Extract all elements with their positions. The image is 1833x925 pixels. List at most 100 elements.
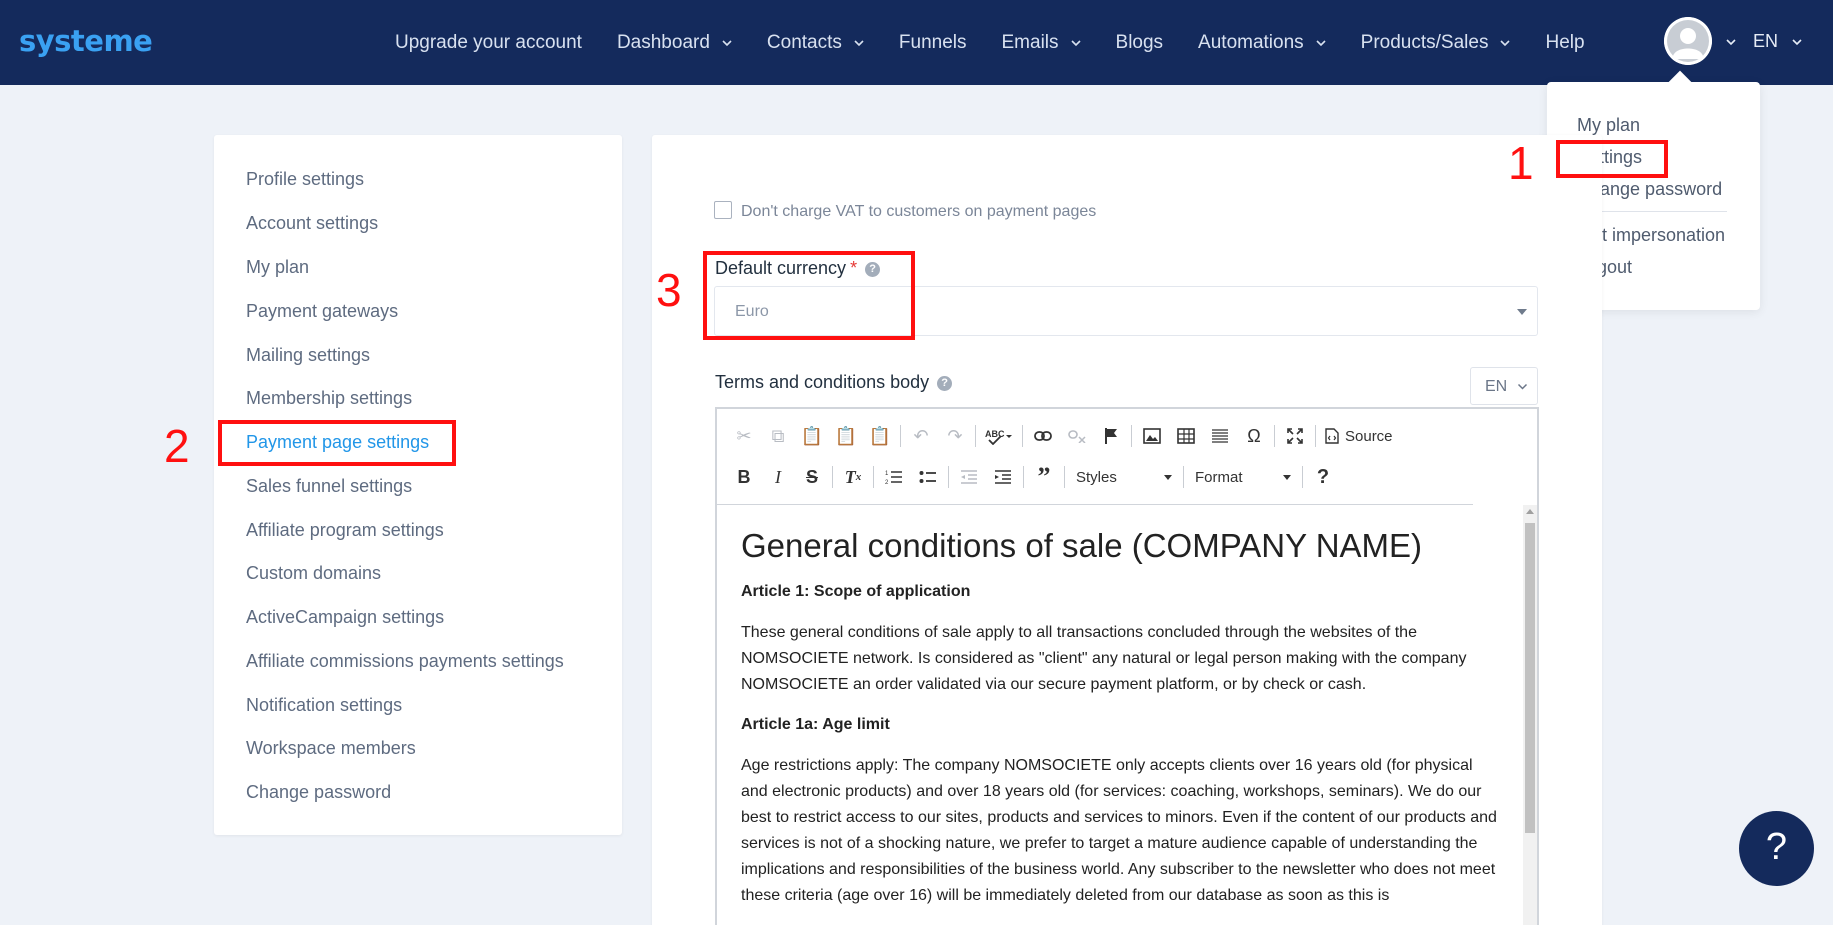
svg-text:ABC: ABC (985, 429, 1005, 439)
link-icon[interactable] (1026, 421, 1060, 451)
source-icon (1325, 428, 1339, 444)
table-icon[interactable] (1169, 421, 1203, 451)
caret-down-icon (1164, 474, 1172, 480)
nav-products-sales[interactable]: Products/Sales (1361, 32, 1511, 54)
editor-content[interactable]: General conditions of sale (COMPANY NAME… (741, 527, 1501, 925)
sidebar-item-my-plan[interactable]: My plan (246, 257, 309, 278)
top-navbar: systeme Upgrade your account Dashboard C… (0, 0, 1833, 85)
highlight-box-default-currency (703, 251, 915, 340)
highlight-box-settings (1556, 140, 1668, 178)
language-switcher[interactable]: EN (1753, 31, 1778, 52)
horizontal-rule-icon[interactable] (1203, 421, 1237, 451)
sidebar-item-custom-domains[interactable]: Custom domains (246, 563, 381, 584)
sidebar-item-profile-settings[interactable]: Profile settings (246, 169, 364, 190)
article-paragraph: These general conditions of sale apply t… (741, 624, 1467, 693)
terms-language-select[interactable]: EN (1470, 367, 1538, 405)
menu-item-my-plan[interactable]: My plan (1577, 115, 1640, 136)
unlink-icon[interactable] (1060, 421, 1094, 451)
numbered-list-icon[interactable]: 12 (877, 462, 911, 492)
editor-scrollbar[interactable] (1523, 505, 1537, 925)
systeme-logo[interactable]: systeme (19, 24, 153, 58)
vat-checkbox[interactable] (714, 201, 732, 219)
nav-contacts[interactable]: Contacts (767, 32, 864, 54)
format-dropdown[interactable]: Format (1187, 463, 1299, 491)
help-icon[interactable]: ? (937, 376, 953, 391)
vat-checkbox-label[interactable]: Don't charge VAT to customers on payment… (741, 203, 1096, 221)
step-number-3: 3 (656, 264, 682, 316)
toolbar-separator (1064, 466, 1065, 488)
paste-icon[interactable]: 📋 (795, 421, 829, 451)
chevron-down-icon (1316, 39, 1326, 46)
help-icon[interactable]: ? (1306, 462, 1340, 492)
sidebar-item-mailing-settings[interactable]: Mailing settings (246, 345, 370, 366)
nav-dashboard[interactable]: Dashboard (617, 32, 732, 54)
bullet-list-icon[interactable] (911, 462, 945, 492)
scroll-up-arrow-icon[interactable] (1526, 509, 1534, 514)
caret-down-icon (1517, 309, 1527, 315)
step-number-1: 1 (1508, 137, 1534, 189)
nav-automations[interactable]: Automations (1198, 32, 1326, 54)
italic-icon[interactable]: I (761, 462, 795, 492)
nav-emails[interactable]: Emails (1002, 32, 1081, 54)
paste-text-icon[interactable]: 📋 (829, 421, 863, 451)
special-character-icon[interactable]: Ω (1237, 421, 1271, 451)
remove-format-icon[interactable]: Tx (836, 462, 870, 492)
main-nav: Upgrade your account Dashboard Contacts … (395, 0, 1620, 85)
caret-down-icon (1283, 474, 1291, 480)
highlight-box-payment-page-settings (218, 420, 456, 466)
chevron-down-icon[interactable] (1791, 37, 1803, 47)
sidebar-item-change-password[interactable]: Change password (246, 782, 391, 803)
toolbar-row-1: ✂ ⧉ 📋 📋 📋 ↶ ↷ ABC Ω Source (727, 419, 1399, 453)
image-icon[interactable] (1135, 421, 1169, 451)
source-button[interactable]: Source (1319, 428, 1399, 445)
blockquote-icon[interactable]: ” (1027, 462, 1061, 492)
cut-icon[interactable]: ✂ (727, 421, 761, 451)
article-heading: Article 1a: Age limit (741, 716, 890, 733)
nav-help[interactable]: Help (1545, 32, 1584, 54)
increase-indent-icon[interactable] (986, 462, 1020, 492)
toolbar-separator (1183, 466, 1184, 488)
decrease-indent-icon[interactable] (952, 462, 986, 492)
undo-icon[interactable]: ↶ (904, 421, 938, 451)
maximize-icon[interactable] (1278, 421, 1312, 451)
chevron-down-icon (1517, 383, 1528, 390)
sidebar-item-workspace-members[interactable]: Workspace members (246, 738, 416, 759)
nav-upgrade-account[interactable]: Upgrade your account (395, 32, 582, 54)
user-avatar[interactable] (1664, 17, 1712, 65)
toolbar-row-2: B I S Tx 12 ” Styles Format ? (727, 460, 1340, 494)
styles-dropdown[interactable]: Styles (1068, 463, 1180, 491)
settings-sidebar: Profile settings Account settings My pla… (214, 135, 622, 835)
article-paragraph: Age restrictions apply: The company NOMS… (741, 757, 1497, 904)
copy-icon[interactable]: ⧉ (761, 421, 795, 451)
toolbar-separator (873, 466, 874, 488)
strikethrough-icon[interactable]: S (795, 462, 829, 492)
sidebar-item-affiliate-commissions-payments[interactable]: Affiliate commissions payments settings (246, 651, 564, 672)
sidebar-item-affiliate-program-settings[interactable]: Affiliate program settings (246, 520, 444, 541)
nav-funnels[interactable]: Funnels (899, 32, 967, 54)
sidebar-item-notification-settings[interactable]: Notification settings (246, 695, 402, 716)
chevron-down-icon (722, 39, 732, 46)
toolbar-separator (975, 425, 976, 447)
paste-word-icon[interactable]: 📋 (863, 421, 897, 451)
step-number-2: 2 (164, 420, 190, 472)
help-chat-button[interactable]: ? (1739, 811, 1814, 886)
scroll-thumb[interactable] (1525, 523, 1535, 833)
terms-title: General conditions of sale (COMPANY NAME… (741, 527, 1423, 564)
toolbar-separator (1131, 425, 1132, 447)
spellcheck-icon[interactable]: ABC (979, 421, 1019, 451)
chevron-down-icon (854, 39, 864, 46)
redo-icon[interactable]: ↷ (938, 421, 972, 451)
sidebar-item-membership-settings[interactable]: Membership settings (246, 388, 412, 409)
sidebar-item-activecampaign-settings[interactable]: ActiveCampaign settings (246, 607, 444, 628)
nav-blogs[interactable]: Blogs (1116, 32, 1164, 54)
chevron-down-icon[interactable] (1725, 37, 1737, 47)
chevron-down-icon (1500, 39, 1511, 46)
anchor-flag-icon[interactable] (1094, 421, 1128, 451)
sidebar-item-payment-gateways[interactable]: Payment gateways (246, 301, 398, 322)
sidebar-item-account-settings[interactable]: Account settings (246, 213, 378, 234)
toolbar-separator (900, 425, 901, 447)
sidebar-item-sales-funnel-settings[interactable]: Sales funnel settings (246, 476, 412, 497)
toolbar-separator (948, 466, 949, 488)
bold-icon[interactable]: B (727, 462, 761, 492)
svg-text:2: 2 (885, 480, 889, 485)
